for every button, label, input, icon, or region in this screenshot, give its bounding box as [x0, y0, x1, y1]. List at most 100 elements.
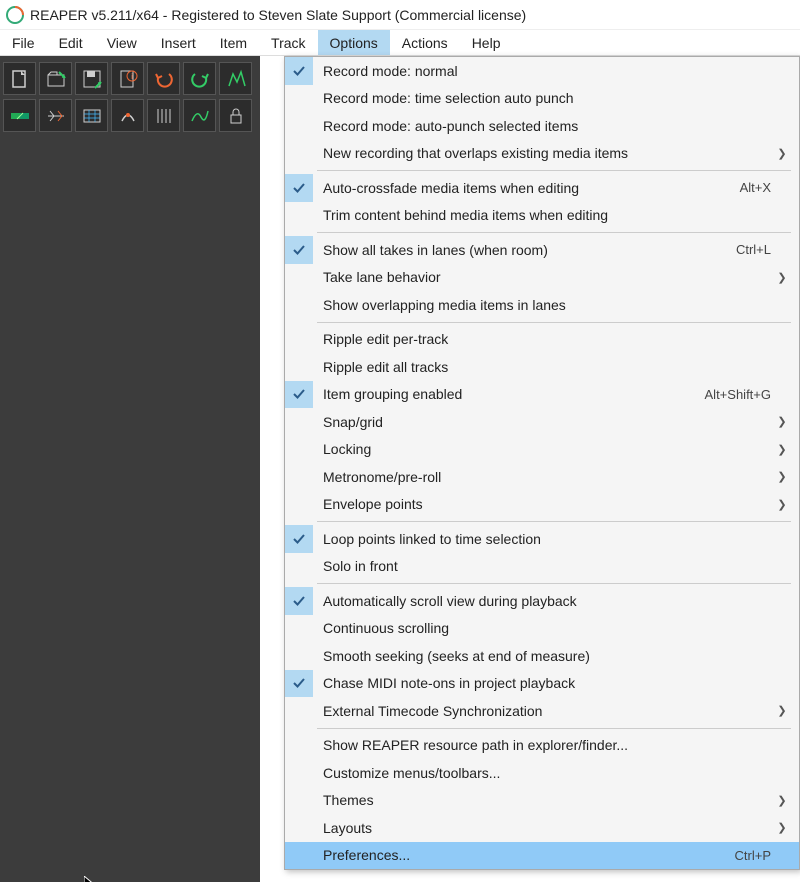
menu-item-label: External Timecode Synchronization	[313, 703, 775, 719]
menu-item-label: Loop points linked to time selection	[313, 531, 775, 547]
redo-button[interactable]	[183, 62, 216, 95]
options-themes[interactable]: Themes❯	[285, 787, 799, 815]
window-titlebar: REAPER v5.211/x64 - Registered to Steven…	[0, 0, 800, 30]
accelerator-label: Ctrl+L	[736, 242, 775, 257]
options-chase-midi-note-ons-in-project-playback[interactable]: Chase MIDI note-ons in project playback	[285, 670, 799, 698]
menu-insert[interactable]: Insert	[149, 30, 208, 55]
accelerator-label: Ctrl+P	[735, 848, 775, 863]
menu-item-label: Smooth seeking (seeks at end of measure)	[313, 648, 775, 664]
menu-file[interactable]: File	[0, 30, 47, 55]
options-auto-crossfade-media-items-when-editing[interactable]: Auto-crossfade media items when editingA…	[285, 174, 799, 202]
ripple-edit-button[interactable]	[39, 99, 72, 132]
menu-edit[interactable]: Edit	[47, 30, 95, 55]
grid-button[interactable]	[147, 99, 180, 132]
menu-view[interactable]: View	[95, 30, 149, 55]
envelope-button[interactable]	[183, 99, 216, 132]
menu-track[interactable]: Track	[259, 30, 317, 55]
menu-separator	[317, 521, 791, 522]
mixer-button[interactable]	[219, 62, 252, 95]
options-preferences[interactable]: Preferences...Ctrl+P	[285, 842, 799, 870]
submenu-arrow-icon: ❯	[775, 271, 789, 284]
workspace: i Record mode: normal Record mode: time s…	[0, 56, 800, 882]
app-icon	[6, 6, 24, 24]
redo-icon	[189, 68, 211, 90]
new-project-button[interactable]	[3, 62, 36, 95]
check-icon	[285, 236, 313, 264]
main-toolbar: i	[0, 56, 260, 138]
options-layouts[interactable]: Layouts❯	[285, 814, 799, 842]
options-record-mode-auto-punch-selected-items[interactable]: Record mode: auto-punch selected items	[285, 112, 799, 140]
check-icon	[285, 670, 313, 698]
menu-actions[interactable]: Actions	[390, 30, 460, 55]
menu-separator	[317, 232, 791, 233]
new-project-icon	[9, 68, 31, 90]
options-record-mode-normal[interactable]: Record mode: normal	[285, 57, 799, 85]
options-take-lane-behavior[interactable]: Take lane behavior❯	[285, 264, 799, 292]
check-icon	[285, 57, 313, 85]
grid-icon	[153, 105, 175, 127]
menu-item-label: Chase MIDI note-ons in project playback	[313, 675, 775, 691]
menu-item-label: Locking	[313, 441, 775, 457]
options-show-all-takes-in-lanes-when-room[interactable]: Show all takes in lanes (when room)Ctrl+…	[285, 236, 799, 264]
menu-item-label: Auto-crossfade media items when editing	[313, 180, 740, 196]
menu-separator	[317, 583, 791, 584]
options-external-timecode-synchronization[interactable]: External Timecode Synchronization❯	[285, 697, 799, 725]
auto-crossfade-button[interactable]	[3, 99, 36, 132]
menu-item-label: Take lane behavior	[313, 269, 775, 285]
options-automatically-scroll-view-during-playbac[interactable]: Automatically scroll view during playbac…	[285, 587, 799, 615]
options-solo-in-front[interactable]: Solo in front	[285, 553, 799, 581]
options-continuous-scrolling[interactable]: Continuous scrolling	[285, 615, 799, 643]
menu-item-label: Show REAPER resource path in explorer/fi…	[313, 737, 775, 753]
undo-button[interactable]	[147, 62, 180, 95]
options-record-mode-time-selection-auto-punch[interactable]: Record mode: time selection auto punch	[285, 85, 799, 113]
options-locking[interactable]: Locking❯	[285, 436, 799, 464]
submenu-arrow-icon: ❯	[775, 821, 789, 834]
options-trim-content-behind-media-items-when-edi[interactable]: Trim content behind media items when edi…	[285, 202, 799, 230]
check-icon	[285, 587, 313, 615]
options-loop-points-linked-to-time-selection[interactable]: Loop points linked to time selection	[285, 525, 799, 553]
options-show-overlapping-media-items-in-lanes[interactable]: Show overlapping media items in lanes	[285, 291, 799, 319]
menu-item[interactable]: Item	[208, 30, 259, 55]
submenu-arrow-icon: ❯	[775, 498, 789, 511]
check-icon	[285, 381, 313, 409]
submenu-arrow-icon: ❯	[775, 147, 789, 160]
menu-item-label: Record mode: time selection auto punch	[313, 90, 775, 106]
lock-button[interactable]	[219, 99, 252, 132]
options-customize-menus-toolbars[interactable]: Customize menus/toolbars...	[285, 759, 799, 787]
options-new-recording-that-overlaps-existing-med[interactable]: New recording that overlaps existing med…	[285, 140, 799, 168]
options-snap-grid[interactable]: Snap/grid❯	[285, 408, 799, 436]
grid-lines-button[interactable]	[75, 99, 108, 132]
options-envelope-points[interactable]: Envelope points❯	[285, 491, 799, 519]
menu-item-label: Solo in front	[313, 558, 775, 574]
menu-item-label: Automatically scroll view during playbac…	[313, 593, 775, 609]
main-menubar: FileEditViewInsertItemTrackOptionsAction…	[0, 30, 800, 56]
save-project-button[interactable]	[75, 62, 108, 95]
menu-item-label: Customize menus/toolbars...	[313, 765, 775, 781]
menu-options[interactable]: Options	[318, 30, 390, 55]
options-item-grouping-enabled[interactable]: Item grouping enabledAlt+Shift+G	[285, 381, 799, 409]
options-ripple-edit-per-track[interactable]: Ripple edit per-track	[285, 326, 799, 354]
options-dropdown-menu: Record mode: normal Record mode: time sel…	[284, 56, 800, 870]
menu-item-label: Snap/grid	[313, 414, 775, 430]
menu-item-label: Record mode: auto-punch selected items	[313, 118, 775, 134]
submenu-arrow-icon: ❯	[775, 704, 789, 717]
project-settings-button[interactable]: i	[111, 62, 144, 95]
menu-help[interactable]: Help	[460, 30, 513, 55]
options-show-reaper-resource-path-in-explorer-fi[interactable]: Show REAPER resource path in explorer/fi…	[285, 732, 799, 760]
options-metronome-pre-roll[interactable]: Metronome/pre-roll❯	[285, 463, 799, 491]
check-icon	[285, 525, 313, 553]
accelerator-label: Alt+Shift+G	[705, 387, 775, 402]
snap-button[interactable]	[111, 99, 144, 132]
menu-item-label: New recording that overlaps existing med…	[313, 145, 775, 161]
open-project-icon	[45, 68, 67, 90]
menu-separator	[317, 322, 791, 323]
svg-text:i: i	[131, 72, 133, 81]
open-project-button[interactable]	[39, 62, 72, 95]
menu-item-label: Metronome/pre-roll	[313, 469, 775, 485]
options-smooth-seeking-seeks-at-end-of-measure[interactable]: Smooth seeking (seeks at end of measure)	[285, 642, 799, 670]
options-ripple-edit-all-tracks[interactable]: Ripple edit all tracks	[285, 353, 799, 381]
menu-item-label: Ripple edit all tracks	[313, 359, 775, 375]
lock-icon	[225, 105, 247, 127]
envelope-icon	[189, 105, 211, 127]
menu-item-label: Show overlapping media items in lanes	[313, 297, 775, 313]
